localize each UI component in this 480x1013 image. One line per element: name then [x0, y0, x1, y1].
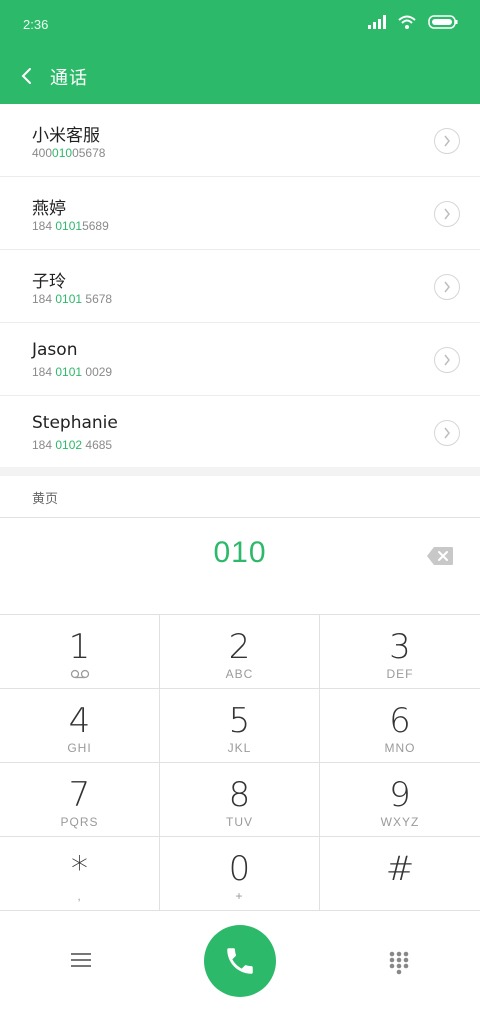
contact-name: 燕婷 — [32, 199, 66, 219]
contact-number: 184 0102 4685 — [32, 438, 113, 452]
key-digit: 5 — [228, 701, 251, 741]
key-1[interactable]: 1 — [0, 615, 160, 689]
key-letters: + — [235, 889, 244, 903]
status-time: 2:36 — [23, 17, 49, 32]
contact-row[interactable]: 子玲 184 0101 5678 — [0, 250, 480, 323]
contact-name: 子玲 — [32, 272, 66, 292]
section-divider — [0, 467, 480, 476]
contact-row[interactable]: Jason 184 0101 0029 — [0, 323, 480, 396]
backspace-button[interactable] — [426, 546, 454, 566]
dialpad-toggle-button[interactable] — [388, 950, 410, 976]
key-digit: 8 — [228, 775, 251, 815]
key-digit: # — [385, 849, 415, 889]
menu-button[interactable] — [70, 950, 92, 970]
dial-keypad: 1 2 ABC 3 DEF 4 GHI 5 JKL 6 MNO 7 PQRS 8… — [0, 614, 480, 911]
contact-number: 184 0101 0029 — [32, 365, 113, 379]
voicemail-icon — [70, 669, 89, 679]
key-4[interactable]: 4 GHI — [0, 689, 160, 763]
key-2[interactable]: 2 ABC — [160, 615, 320, 689]
wifi-icon — [398, 15, 416, 29]
call-button[interactable] — [204, 925, 276, 997]
contact-row[interactable]: 小米客服 40001005678 — [0, 104, 480, 177]
key-digit: 2 — [228, 627, 251, 667]
key-hash[interactable]: # — [320, 837, 480, 911]
contact-detail-button[interactable] — [434, 347, 460, 373]
key-digit: 0 — [228, 849, 251, 889]
contact-detail-button[interactable] — [434, 420, 460, 446]
key-5[interactable]: 5 JKL — [160, 689, 320, 763]
key-star[interactable]: * , — [0, 837, 160, 911]
contact-name: 小米客服 — [32, 126, 100, 146]
status-icons — [368, 15, 458, 29]
key-letters: TUV — [226, 815, 253, 829]
backspace-icon — [427, 547, 453, 565]
contact-row[interactable]: Stephanie 184 0102 4685 — [0, 396, 480, 469]
chevron-right-icon — [444, 135, 450, 147]
chevron-right-icon — [444, 427, 450, 439]
contact-detail-button[interactable] — [434, 274, 460, 300]
key-digit: * — [71, 849, 88, 889]
key-letters: GHI — [67, 741, 92, 755]
key-digit: 4 — [68, 701, 91, 741]
yellow-pages-label: 黄页 — [32, 492, 59, 507]
key-letters: DEF — [386, 667, 414, 681]
contact-number: 184 0101 5678 — [32, 292, 113, 306]
key-9[interactable]: 9 WXYZ — [320, 763, 480, 837]
contact-name: Stephanie — [32, 413, 118, 433]
dial-input-area: 010 — [0, 518, 480, 614]
signal-icon — [368, 15, 386, 29]
battery-icon — [428, 15, 458, 29]
chevron-left-icon — [21, 68, 31, 84]
status-bar: 2:36 — [0, 0, 480, 50]
chevron-right-icon — [444, 281, 450, 293]
contact-number: 40001005678 — [32, 146, 106, 160]
contact-row[interactable]: 燕婷 184 01015689 — [0, 177, 480, 250]
key-letters: PQRS — [60, 815, 99, 829]
key-digit: 6 — [389, 701, 411, 741]
key-digit: 1 — [68, 627, 91, 667]
dialed-number: 010 — [213, 536, 267, 569]
yellow-pages-item[interactable]: 黄页 — [0, 476, 480, 518]
key-7[interactable]: 7 PQRS — [0, 763, 160, 837]
chevron-right-icon — [444, 354, 450, 366]
key-6[interactable]: 6 MNO — [320, 689, 480, 763]
dialpad-icon — [389, 951, 409, 975]
menu-icon — [71, 953, 91, 967]
key-letters: WXYZ — [380, 815, 420, 829]
key-8[interactable]: 8 TUV — [160, 763, 320, 837]
key-letters: ABC — [225, 667, 254, 681]
key-letters: , — [77, 889, 82, 903]
phone-icon — [227, 948, 253, 974]
title-bar: 通话 — [0, 56, 480, 96]
contact-suggestion-list: 小米客服 40001005678 燕婷 184 01015689 子玲 184 … — [0, 104, 480, 469]
key-digit: 3 — [389, 627, 411, 667]
contact-detail-button[interactable] — [434, 128, 460, 154]
key-3[interactable]: 3 DEF — [320, 615, 480, 689]
app-header: 2:36 通话 — [0, 0, 480, 104]
contact-name: Jason — [32, 340, 78, 360]
page-title: 通话 — [50, 68, 88, 89]
key-letters: MNO — [384, 741, 416, 755]
key-digit: 9 — [389, 775, 411, 815]
key-digit: 7 — [68, 775, 91, 815]
chevron-right-icon — [444, 208, 450, 220]
contact-detail-button[interactable] — [434, 201, 460, 227]
key-0[interactable]: 0 + — [160, 837, 320, 911]
key-letters: JKL — [227, 741, 252, 755]
contact-number: 184 01015689 — [32, 219, 109, 233]
dialer-bottom-bar — [0, 910, 480, 1013]
back-button[interactable] — [16, 64, 36, 88]
